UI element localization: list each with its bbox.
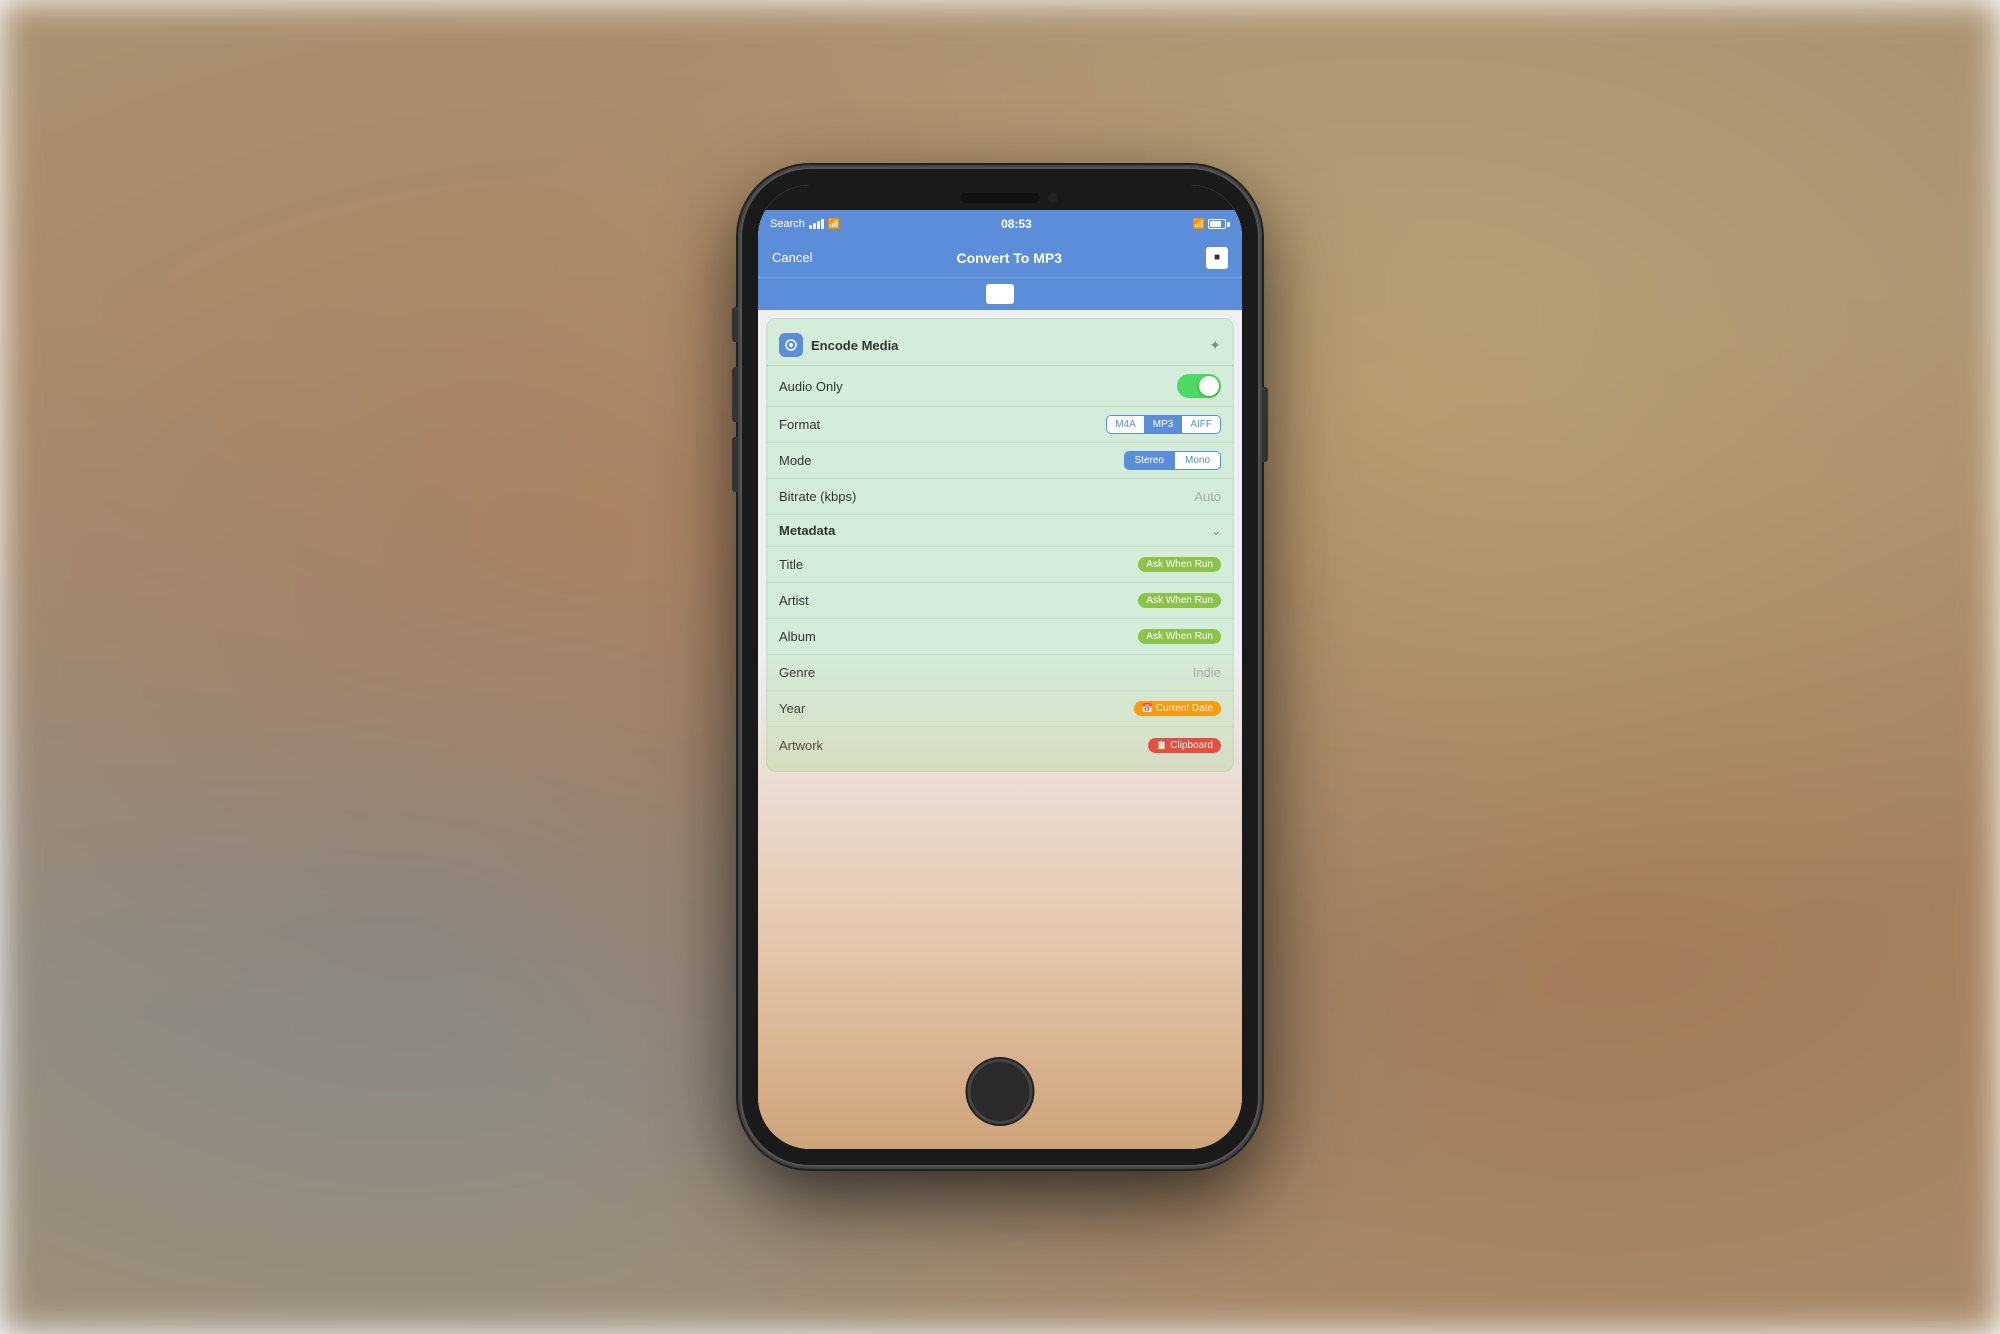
encode-icon — [779, 333, 803, 357]
status-bar: Search 📶 08:53 📶 — [758, 210, 1242, 238]
format-row: Format M4A MP3 AIFF — [767, 407, 1233, 443]
cancel-button[interactable]: Cancel — [772, 250, 812, 265]
current-date-label: Current Date — [1156, 703, 1213, 714]
artist-row: Artist Ask When Run — [767, 583, 1233, 619]
power-button — [1262, 387, 1268, 462]
carrier-label: Search — [770, 218, 805, 230]
clipboard-label: Clipboard — [1170, 740, 1213, 751]
format-button-group: M4A MP3 AIFF — [1106, 415, 1221, 434]
card-title: Encode Media — [811, 338, 898, 353]
format-mp3-button[interactable]: MP3 — [1145, 416, 1183, 433]
mode-label: Mode — [779, 453, 812, 468]
genre-value: Indie — [1193, 665, 1221, 680]
status-right: 📶 — [1193, 219, 1230, 230]
format-aiff-button[interactable]: AIFF — [1182, 416, 1220, 433]
year-current-date-badge[interactable]: 📅 Current Date — [1134, 701, 1221, 716]
settings-icon[interactable]: ✦ — [1209, 337, 1221, 354]
encode-media-card: Encode Media ✦ Audio Only Format — [766, 318, 1234, 772]
year-label: Year — [779, 701, 805, 716]
genre-row: Genre Indie — [767, 655, 1233, 691]
album-label: Album — [779, 629, 816, 644]
year-row: Year 📅 Current Date — [767, 691, 1233, 727]
mode-row: Mode Stereo Mono — [767, 443, 1233, 479]
metadata-row[interactable]: Metadata ⌄ — [767, 515, 1233, 547]
artist-label: Artist — [779, 593, 809, 608]
toggle-knob — [1199, 376, 1219, 396]
audio-only-label: Audio Only — [779, 379, 843, 394]
status-left: Search 📶 — [770, 218, 840, 230]
nav-bar: Cancel Convert To MP3 ■ — [758, 238, 1242, 278]
card-header-left: Encode Media — [779, 333, 898, 357]
genre-label: Genre — [779, 665, 815, 680]
artwork-label: Artwork — [779, 738, 823, 753]
metadata-label: Metadata — [779, 523, 835, 538]
bitrate-label: Bitrate (kbps) — [779, 489, 856, 504]
action-bar — [758, 278, 1242, 310]
title-ask-badge[interactable]: Ask When Run — [1138, 557, 1221, 572]
action-square-icon — [986, 284, 1014, 304]
artist-ask-badge[interactable]: Ask When Run — [1138, 593, 1221, 608]
phone-device: Search 📶 08:53 📶 — [740, 167, 1260, 1167]
screen-content: Search 📶 08:53 📶 — [758, 210, 1242, 1034]
camera-dot — [1048, 193, 1058, 203]
format-m4a-button[interactable]: M4A — [1107, 416, 1145, 433]
clipboard-icon: 📋 — [1156, 740, 1167, 751]
bitrate-row: Bitrate (kbps) Auto — [767, 479, 1233, 515]
mode-stereo-button[interactable]: Stereo — [1125, 452, 1175, 469]
audio-only-toggle[interactable] — [1177, 374, 1221, 398]
audio-only-row: Audio Only — [767, 366, 1233, 407]
calendar-icon: 📅 — [1142, 703, 1153, 714]
nav-title: Convert To MP3 — [956, 250, 1062, 266]
wifi-icon: 📶 — [828, 219, 840, 230]
status-time: 08:53 — [1001, 217, 1032, 231]
phone-body: Search 📶 08:53 📶 — [740, 167, 1260, 1167]
format-label: Format — [779, 417, 820, 432]
phone-top-bar — [758, 185, 1242, 210]
mode-button-group: Stereo Mono — [1124, 451, 1221, 470]
battery-icon — [1208, 219, 1230, 229]
signal-bars — [809, 219, 824, 229]
bitrate-value: Auto — [1194, 489, 1221, 504]
artwork-row: Artwork 📋 Clipboard — [767, 727, 1233, 763]
speaker — [960, 193, 1040, 203]
volume-up-button — [732, 367, 738, 422]
phone-screen: Search 📶 08:53 📶 — [758, 185, 1242, 1149]
album-ask-badge[interactable]: Ask When Run — [1138, 629, 1221, 644]
mode-mono-button[interactable]: Mono — [1175, 452, 1220, 469]
home-button[interactable] — [968, 1059, 1033, 1124]
bluetooth-icon: 📶 — [1193, 219, 1205, 230]
volume-down-button — [732, 437, 738, 492]
chevron-down-icon: ⌄ — [1211, 524, 1221, 538]
artwork-clipboard-badge[interactable]: 📋 Clipboard — [1148, 738, 1221, 753]
card-header: Encode Media ✦ — [767, 327, 1233, 366]
album-row: Album Ask When Run — [767, 619, 1233, 655]
title-row: Title Ask When Run — [767, 547, 1233, 583]
done-icon[interactable]: ■ — [1206, 247, 1228, 269]
title-label: Title — [779, 557, 803, 572]
silent-button — [732, 307, 738, 342]
